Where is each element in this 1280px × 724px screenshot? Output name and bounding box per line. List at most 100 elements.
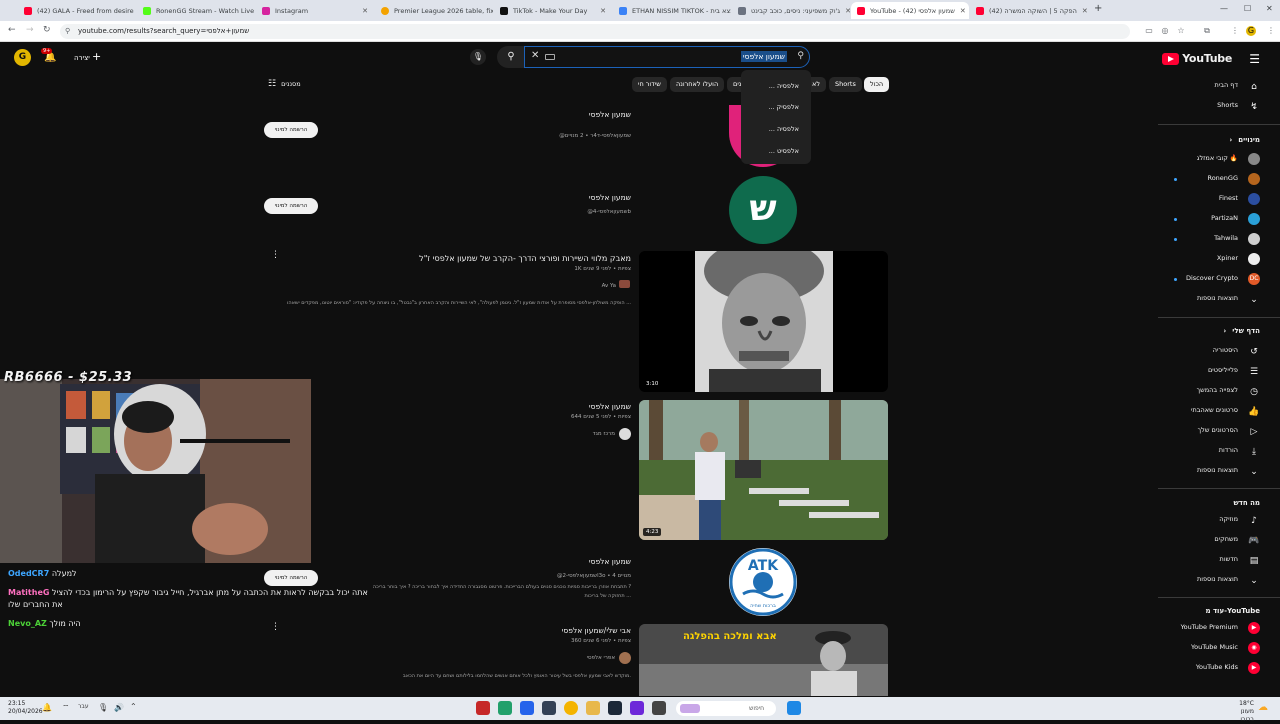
channel-avatar[interactable] [619, 652, 631, 664]
chip-recently-uploaded[interactable]: הועלו לאחרונה [670, 77, 725, 92]
pinned-app-icon[interactable] [652, 701, 666, 715]
pinned-app-icon[interactable] [542, 701, 556, 715]
video-thumbnail[interactable]: 4:23 [639, 400, 888, 540]
speaker-icon[interactable]: 🔊 [114, 703, 124, 712]
chip-all[interactable]: הכול [864, 77, 890, 92]
clear-search-icon[interactable]: ✕ [531, 50, 539, 61]
video-title[interactable]: אבי שלי/שמעון אלפסי [562, 626, 631, 635]
sidebar-item-show-more[interactable]: ⌄ תוצאות נוספות [1158, 571, 1280, 591]
file-explorer-icon[interactable] [586, 701, 600, 715]
channel-name[interactable]: Av Ya [602, 283, 616, 289]
channel-avatar[interactable]: ש [729, 176, 797, 244]
close-tab-icon[interactable]: ✕ [254, 7, 255, 15]
suggestion-item[interactable]: ... אלפסיה [769, 125, 799, 133]
channel-title[interactable]: שמעון אלפסי [589, 193, 631, 202]
cast-icon[interactable]: ▭ [1144, 26, 1154, 36]
browser-tab[interactable]: TikTok - Make Your Day ✕ [494, 2, 612, 19]
clock[interactable]: 23:15 20/04/2026 [8, 700, 43, 716]
youtube-logo[interactable]: YouTube [1162, 52, 1232, 65]
browser-tab[interactable]: Instagram ✕ [256, 2, 374, 19]
sidebar-item-news[interactable]: ▤ חדשות [1158, 551, 1280, 571]
sidebar-item-show-more[interactable]: ⌄ תוצאות נוספות [1158, 462, 1280, 482]
filters-button[interactable]: ☷ מסננים [268, 79, 301, 89]
subscribe-button[interactable]: הרשמה למינוי [264, 570, 318, 586]
eye-off-icon[interactable]: ◎ [1160, 26, 1170, 36]
channel-avatar[interactable] [619, 280, 630, 288]
more-options-icon[interactable]: ⋮ [271, 622, 280, 632]
channel-title[interactable]: שמעון אלפסי [589, 557, 631, 566]
sidebar-item-subscription[interactable]: Xpiner [1158, 250, 1280, 270]
sidebar-item-music[interactable]: ♪ מוזיקה [1158, 511, 1280, 531]
channel-name[interactable]: אפרי אלפסי [587, 655, 615, 661]
sidebar-item-playlists[interactable]: ☰ פלייליסטים [1158, 362, 1280, 382]
close-tab-icon[interactable]: ✕ [134, 7, 136, 15]
subscriptions-heading[interactable]: › מינויים [1229, 136, 1260, 144]
url-field[interactable]: ⚲ youtube.com/results?search_query=שמעון… [60, 24, 1130, 39]
video-thumbnail[interactable]: 3:10 [639, 251, 888, 392]
video-title[interactable]: שמעון אלפסי [589, 402, 631, 411]
keyboard-icon[interactable] [545, 54, 555, 60]
pinned-app-icon[interactable] [630, 701, 644, 715]
hamburger-menu-icon[interactable]: ☰ [1249, 52, 1260, 66]
close-tab-icon[interactable]: ✕ [357, 7, 368, 15]
browser-tab[interactable]: ETHAN NISSIM TIKTOK - מי נמצא בית✕ [613, 2, 731, 19]
menu-dots-icon[interactable]: ⋮ [1230, 26, 1240, 36]
pinned-app-icon[interactable] [498, 701, 512, 715]
browser-tab[interactable]: ג'וק משפיעני: ניסים, כוכב קבינט ✕ [732, 2, 850, 19]
create-button[interactable]: יצירה + [66, 48, 109, 66]
close-tab-icon[interactable]: ✕ [840, 7, 850, 15]
sidebar-item-youtube-music[interactable]: ◉ YouTube Music [1158, 639, 1280, 659]
subscribe-button[interactable]: הרשמה למינוי [264, 198, 318, 214]
sidebar-item-show-more[interactable]: ⌄ תוצאות נוספות [1158, 290, 1280, 310]
browser-tab-active[interactable]: YouTube - שמעון אלפסי (42) ✕ [851, 2, 969, 19]
bookmark-star-icon[interactable]: ☆ [1176, 26, 1186, 36]
sidebar-item-shorts[interactable]: ↯ Shorts [1158, 97, 1280, 117]
search-query-text[interactable]: שמעון אלפסי [740, 51, 787, 62]
browser-tab[interactable]: Premier League 2026 table, fixt✕ [375, 2, 493, 19]
chip-live[interactable]: שידור חי [632, 77, 667, 92]
chip-shorts[interactable]: Shorts [829, 77, 862, 92]
notification-icon[interactable]: 🔔 [42, 703, 52, 712]
video-title[interactable]: מאבק מלווי השיירות ופורצי הדרך -הקרב של … [419, 254, 631, 263]
channel-avatar[interactable] [619, 428, 631, 440]
browser-tab[interactable]: (42) הפקה 5 | השוקה המשרה ✕ [970, 2, 1088, 19]
sidebar-item-subscription[interactable]: DC Discover Crypto [1158, 270, 1280, 290]
sidebar-item-gaming[interactable]: 🎮 משחקים [1158, 531, 1280, 551]
suggestion-item[interactable]: ... אלפסיק [768, 103, 799, 111]
chrome-app-icon[interactable] [564, 701, 578, 715]
voice-search-mic-icon[interactable]: 🎙 [470, 49, 486, 65]
minimize-icon[interactable]: — [1220, 4, 1228, 13]
back-arrow-icon[interactable]: ← [8, 25, 16, 35]
weather-widget[interactable]: 18°C מעונן ברובו [1226, 700, 1254, 724]
maximize-icon[interactable]: ☐ [1244, 4, 1251, 13]
suggestion-item[interactable]: ... אלפסיט [769, 147, 799, 155]
reload-icon[interactable]: ↻ [43, 25, 51, 35]
channel-avatar[interactable]: ATK ברכות שחיה [729, 548, 797, 616]
language-indicator[interactable]: עבר [78, 703, 89, 710]
video-thumbnail[interactable]: אבא ומלכה בהפלגה [639, 624, 888, 696]
sidebar-item-history[interactable]: ↺ היסטוריה [1158, 342, 1280, 362]
mic-icon[interactable]: 🎙 [98, 703, 108, 712]
more-options-icon[interactable]: ⋮ [271, 250, 280, 260]
search-input[interactable]: ✕ שמעון אלפסי ⚲ [524, 46, 810, 68]
taskbar-search-field[interactable]: חיפוש [676, 701, 776, 716]
sidebar-item-youtube-kids[interactable]: ▶ YouTube Kids [1158, 659, 1280, 679]
channel-name[interactable]: מרכז מגד [593, 431, 615, 437]
sidebar-item-subscription[interactable]: Finest [1158, 190, 1280, 210]
tray-chevron-up-icon[interactable]: ⌃ [130, 702, 137, 711]
sidebar-item-subscription[interactable]: RonenGG [1158, 170, 1280, 190]
account-avatar[interactable]: G [14, 49, 31, 66]
sidebar-item-your-videos[interactable]: ▷ הסרטונים שלך [1158, 422, 1280, 442]
windows-start-icon[interactable] [787, 701, 801, 715]
new-tab-icon[interactable]: + [1094, 3, 1102, 14]
sidebar-item-subscription[interactable]: PartizaN [1158, 210, 1280, 230]
close-tab-icon[interactable]: ✕ [595, 7, 606, 15]
extensions-icon[interactable]: ⧉ [1202, 26, 1212, 36]
sidebar-item-subscription[interactable]: Tahwila [1158, 230, 1280, 250]
wifi-icon[interactable]: ⌔ [62, 703, 70, 713]
sidebar-item-liked-videos[interactable]: 👍 סרטונים שאהבתי [1158, 402, 1280, 422]
site-info-icon[interactable]: ⚲ [65, 24, 70, 39]
close-window-icon[interactable]: ✕ [1266, 4, 1273, 13]
browser-tab[interactable]: (42) GALA - Freed from desire✕ [18, 2, 136, 19]
close-tab-icon[interactable]: ✕ [1077, 7, 1088, 15]
